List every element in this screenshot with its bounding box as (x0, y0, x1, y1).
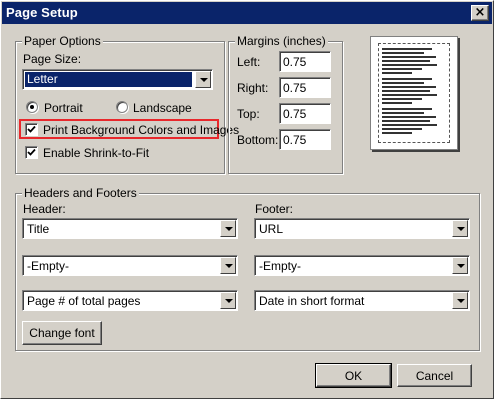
chevron-down-icon[interactable] (452, 292, 468, 309)
cancel-button[interactable]: Cancel (397, 364, 472, 387)
footer-3-value: Date in short format (259, 294, 365, 308)
top-margin-value: 0.75 (283, 107, 307, 121)
headers-footers-legend: Headers and Footers (22, 186, 139, 200)
paper-options-legend: Paper Options (22, 34, 103, 48)
chevron-down-icon[interactable] (452, 220, 468, 237)
footer-3-dropdown[interactable]: Date in short format (254, 290, 470, 311)
header-3-dropdown[interactable]: Page # of total pages (22, 290, 238, 311)
page-size-label: Page Size: (23, 52, 82, 66)
chevron-down-icon[interactable] (220, 220, 236, 237)
left-margin-label: Left: (237, 55, 261, 69)
chevron-down-icon[interactable] (452, 257, 468, 274)
right-margin-label: Right: (237, 81, 269, 95)
close-button[interactable]: × (471, 5, 489, 21)
bottom-margin-input[interactable]: 0.75 (279, 129, 331, 150)
bottom-margin-value: 0.75 (283, 133, 307, 147)
footer-label: Footer: (255, 202, 294, 216)
dialog-title: Page Setup (6, 5, 78, 20)
left-margin-value: 0.75 (283, 55, 307, 69)
print-background-checkbox[interactable] (25, 123, 38, 136)
top-margin-label: Top: (237, 107, 260, 121)
header-label: Header: (23, 202, 66, 216)
margins-legend: Margins (inches) (235, 34, 328, 48)
right-margin-input[interactable]: 0.75 (279, 77, 331, 98)
page-size-value: Letter (25, 72, 192, 87)
left-margin-input[interactable]: 0.75 (279, 51, 331, 72)
page-preview (370, 36, 458, 150)
shrink-to-fit-checkbox[interactable] (25, 146, 38, 159)
header-2-value: -Empty- (27, 259, 69, 273)
shrink-to-fit-label[interactable]: Enable Shrink-to-Fit (43, 146, 149, 160)
right-margin-value: 0.75 (283, 81, 307, 95)
check-icon (27, 148, 36, 156)
chevron-down-icon[interactable] (220, 257, 236, 274)
header-2-dropdown[interactable]: -Empty- (22, 255, 238, 276)
landscape-label[interactable]: Landscape (133, 101, 192, 115)
landscape-radio[interactable] (116, 101, 128, 113)
title-bar: Page Setup × (2, 2, 492, 24)
footer-2-dropdown[interactable]: -Empty- (254, 255, 470, 276)
ok-button[interactable]: OK (315, 363, 392, 388)
chevron-down-icon[interactable] (220, 292, 236, 309)
footer-2-value: -Empty- (259, 259, 301, 273)
print-background-label[interactable]: Print Background Colors and Images (43, 123, 239, 137)
header-1-value: Title (27, 222, 50, 236)
header-3-value: Page # of total pages (27, 294, 141, 308)
portrait-label[interactable]: Portrait (44, 101, 83, 115)
chevron-down-icon[interactable] (195, 71, 211, 88)
top-margin-input[interactable]: 0.75 (279, 103, 331, 124)
page-setup-dialog: Page Setup × Paper Options Page Size: Le… (0, 0, 494, 399)
header-1-dropdown[interactable]: Title (22, 218, 238, 239)
portrait-radio[interactable] (26, 101, 38, 113)
preview-margin-outline (378, 43, 450, 143)
close-icon: × (474, 5, 486, 20)
change-font-button[interactable]: Change font (22, 321, 102, 345)
footer-1-dropdown[interactable]: URL (254, 218, 470, 239)
footer-1-value: URL (259, 222, 284, 236)
page-size-dropdown[interactable]: Letter (22, 69, 213, 90)
bottom-margin-label: Bottom: (237, 133, 279, 147)
check-icon (27, 125, 36, 133)
